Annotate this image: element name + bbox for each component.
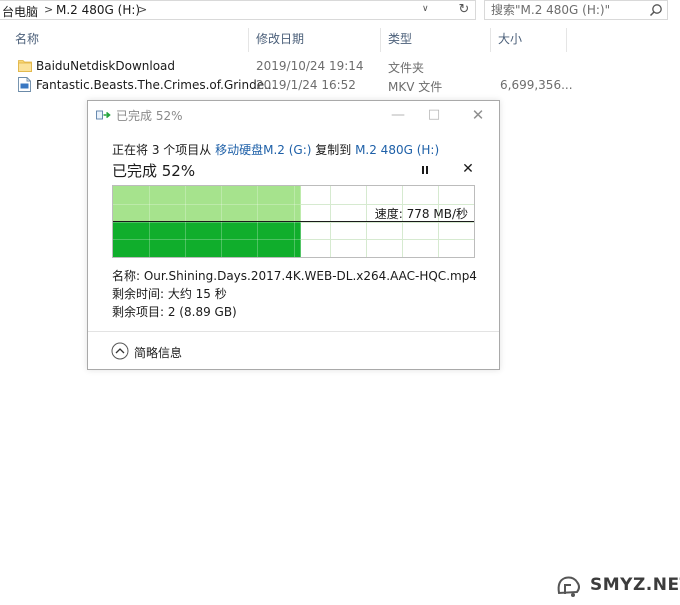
list-item[interactable]: Fantastic.Beasts.The.Crimes.of.Grinde...…	[0, 76, 680, 96]
column-name[interactable]: 名称	[15, 30, 39, 50]
column-divider[interactable]	[380, 28, 381, 52]
chevron-down-icon[interactable]: ∨	[422, 4, 429, 14]
breadcrumb-drive[interactable]: M.2 480G (H:)	[56, 3, 140, 17]
refresh-icon[interactable]: ↻	[454, 1, 474, 19]
column-type[interactable]: 类型	[388, 30, 412, 50]
file-date: 2019/10/24 19:14	[256, 59, 364, 73]
file-type: MKV 文件	[388, 80, 443, 94]
watermark: SMYZ.NET	[553, 573, 680, 601]
list-item[interactable]: BaiduNetdiskDownload 2019/10/24 19:14 文件…	[0, 57, 680, 77]
copy-prefix-text: 正在将 3 个项目从	[112, 143, 216, 157]
speed-history-area	[113, 186, 301, 221]
copy-mid-text: 复制到	[311, 143, 356, 157]
dialog-titlebar[interactable]: 已完成 52% — □ ✕	[88, 101, 499, 129]
chevron-up-icon[interactable]	[111, 342, 129, 360]
breadcrumb-separator[interactable]: >	[44, 3, 53, 16]
search-box[interactable]	[484, 0, 668, 20]
divider	[88, 331, 499, 332]
folder-icon	[18, 60, 32, 72]
source-link[interactable]: 移动硬盘M.2 (G:)	[215, 143, 311, 157]
copy-progress-dialog: 已完成 52% — □ ✕ 正在将 3 个项目从 移动硬盘M.2 (G:) 复制…	[87, 100, 500, 370]
address-row: 台电脑 > M.2 480G (H:) > ∨ ↻	[0, 0, 680, 22]
watermark-logo	[557, 576, 580, 597]
destination-link[interactable]: M.2 480G (H:)	[355, 143, 439, 157]
cancel-button[interactable]: ✕	[460, 161, 476, 177]
time-remaining: 剩余时间: 大约 15 秒	[112, 287, 227, 301]
search-icon[interactable]	[649, 3, 663, 17]
file-name: BaiduNetdiskDownload	[36, 59, 176, 73]
file-date: 2019/1/24 16:52	[256, 78, 356, 92]
file-name: Fantastic.Beasts.The.Crimes.of.Grinde...	[36, 78, 276, 92]
dialog-title: 已完成 52%	[116, 109, 183, 123]
close-button[interactable]: ✕	[468, 105, 488, 125]
column-divider[interactable]	[490, 28, 491, 52]
maximize-button[interactable]: □	[424, 105, 444, 125]
address-bar[interactable]: 台电脑 > M.2 480G (H:) > ∨ ↻	[0, 0, 476, 20]
column-size[interactable]: 大小	[498, 30, 522, 50]
video-file-icon	[18, 77, 31, 92]
pause-button[interactable]	[418, 163, 432, 177]
breadcrumb-separator[interactable]: >	[138, 3, 147, 16]
file-type: 文件夹	[388, 61, 425, 75]
minimize-button[interactable]: —	[388, 105, 408, 125]
breadcrumb-this-pc[interactable]: 台电脑	[2, 3, 38, 20]
column-divider[interactable]	[566, 28, 567, 52]
items-remaining: 剩余项目: 2 (8.89 GB)	[112, 305, 237, 319]
progress-status: 已完成 52%	[112, 162, 196, 180]
speed-label: 速度: 778 MB/秒	[374, 207, 468, 221]
column-divider[interactable]	[248, 28, 249, 52]
watermark-text: SMYZ.NET	[590, 575, 680, 595]
search-input[interactable]	[491, 2, 641, 18]
copy-icon	[96, 110, 111, 120]
copy-description: 正在将 3 个项目从 移动硬盘M.2 (G:) 复制到 M.2 480G (H:…	[112, 141, 439, 158]
current-file-name: 名称: Our.Shining.Days.2017.4K.WEB-DL.x264…	[112, 269, 477, 283]
file-size: 6,699,356...	[500, 78, 573, 92]
fewer-details-button[interactable]: 简略信息	[134, 344, 182, 361]
transfer-speed-chart: 速度: 778 MB/秒	[112, 185, 475, 258]
column-date[interactable]: 修改日期	[256, 30, 304, 50]
